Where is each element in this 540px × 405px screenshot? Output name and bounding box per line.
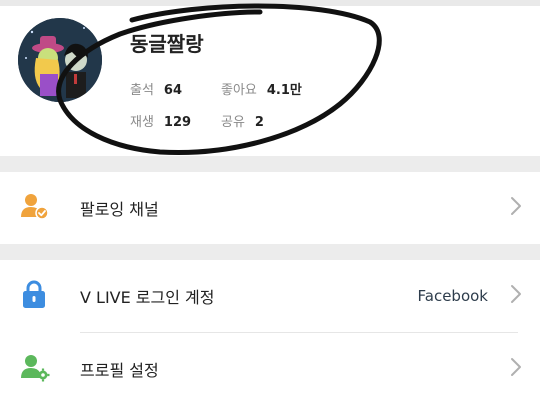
linked-account-value: Facebook — [417, 287, 488, 305]
chevron-right-icon — [510, 284, 522, 308]
chevron-right-icon — [510, 357, 522, 381]
section-separator — [0, 156, 540, 172]
user-gear-icon — [20, 352, 50, 386]
section-separator — [0, 244, 540, 260]
lock-icon — [20, 279, 48, 313]
chevron-right-icon — [510, 196, 522, 220]
menu-item-profile-settings-label: 프로필 설정 — [80, 361, 159, 380]
menu-group: V LIVE 로그인 계정 Facebook 프로필 설정 — [0, 260, 540, 405]
menu-item-vlive-login[interactable]: V LIVE 로그인 계정 Facebook — [0, 260, 540, 332]
menu-item-following[interactable]: 팔로잉 채널 — [0, 172, 540, 244]
menu-item-following-label: 팔로잉 채널 — [80, 200, 159, 219]
hand-drawn-circle-annotation — [56, 3, 382, 155]
menu-item-vlive-login-label: V LIVE 로그인 계정 — [80, 288, 215, 307]
user-check-icon — [20, 191, 50, 225]
menu-item-profile-settings[interactable]: 프로필 설정 — [0, 333, 540, 405]
